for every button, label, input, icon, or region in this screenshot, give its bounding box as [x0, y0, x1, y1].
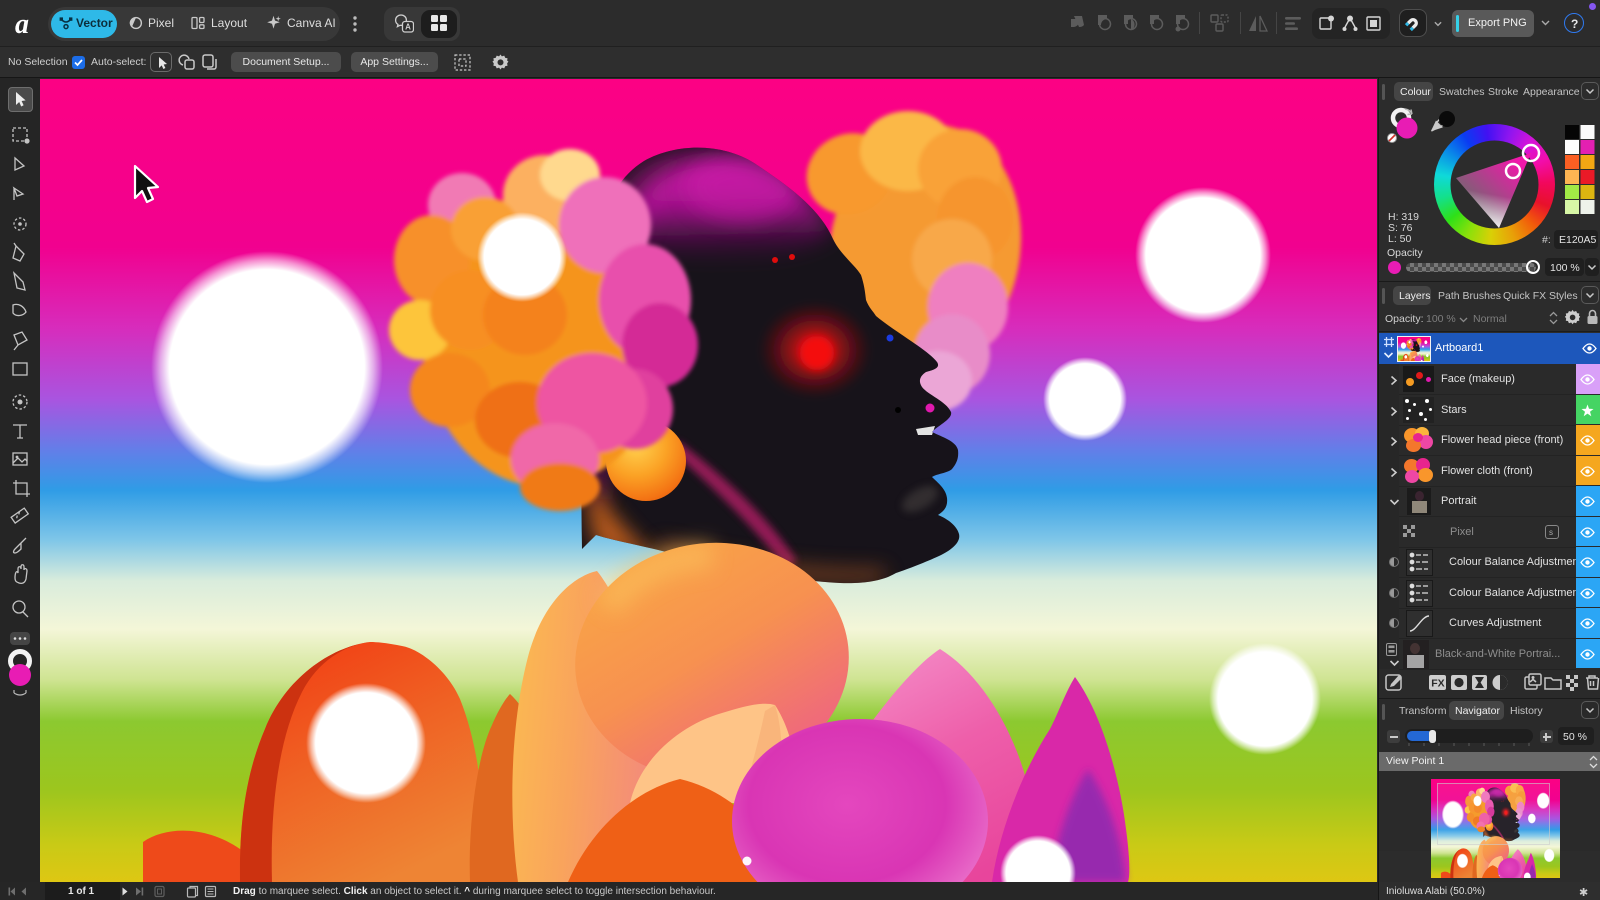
svg-text:FX: FX: [1431, 678, 1444, 690]
svg-text:a: a: [15, 9, 29, 39]
svg-text:A: A: [405, 23, 411, 32]
